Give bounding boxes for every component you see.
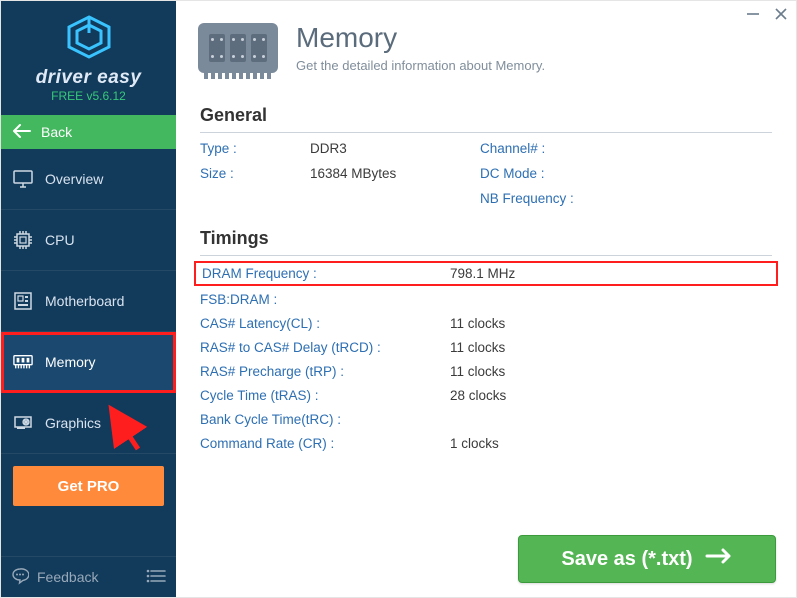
general-size-label: Size : [200,166,310,181]
sidebar-item-label: CPU [45,232,75,248]
general-grid: Type : DDR3 Channel# : Size : 16384 MByt… [200,141,772,206]
brand-version: FREE v5.6.12 [1,89,176,103]
timing-label-cas-latency: CAS# Latency(CL) : [200,316,450,331]
timing-label-trc: Bank Cycle Time(tRC) : [200,412,450,427]
menu-icon[interactable] [146,569,166,586]
timing-label-trcd: RAS# to CAS# Delay (tRCD) : [200,340,450,355]
timing-label-fsb-dram: FSB:DRAM : [200,292,450,307]
window-controls [746,7,788,26]
page-header: Memory Get the detailed information abou… [176,1,796,83]
timing-label-cr: Command Rate (CR) : [200,436,450,451]
timing-value-trp: 11 clocks [450,364,772,379]
memory-large-icon [198,23,278,73]
brand-block: driver easy FREE v5.6.12 [1,1,176,115]
timings-grid: DRAM Frequency : 798.1 MHz FSB:DRAM : CA… [200,264,772,451]
timing-value-cr: 1 clocks [450,436,772,451]
sidebar-nav: Overview CPU Motherboard Memory [1,149,176,454]
cpu-icon [13,230,33,250]
get-pro-button[interactable]: Get PRO [13,466,164,506]
feedback-label: Feedback [37,569,98,585]
sidebar-item-motherboard[interactable]: Motherboard [1,271,176,332]
general-dcmode-label: DC Mode : [480,166,620,181]
sidebar-item-overview[interactable]: Overview [1,149,176,210]
back-label: Back [41,124,72,140]
back-button[interactable]: Back [1,115,176,149]
general-dcmode-value [620,166,772,181]
timing-label-tras: Cycle Time (tRAS) : [200,388,450,403]
arrow-left-icon [13,124,31,141]
timing-value-dram-frequency: 798.1 MHz [444,261,778,286]
motherboard-icon [13,291,33,311]
timing-value-fsb-dram [450,292,772,307]
page-title: Memory [296,23,545,54]
sidebar-item-label: Memory [45,354,96,370]
save-as-txt-button[interactable]: Save as (*.txt) [518,535,776,583]
content-area: General Type : DDR3 Channel# : Size : 16… [176,83,796,597]
sidebar-item-cpu[interactable]: CPU [1,210,176,271]
sidebar: driver easy FREE v5.6.12 Back Overview C… [1,1,176,597]
save-button-label: Save as (*.txt) [561,548,692,571]
sidebar-footer: Feedback [1,556,176,597]
timing-value-trc [450,412,772,427]
timing-label-dram-frequency: DRAM Frequency : [194,261,456,286]
memory-icon [13,352,33,372]
general-nbfreq-label: NB Frequency : [480,191,620,206]
timing-label-trp: RAS# Precharge (tRP) : [200,364,450,379]
page-subtitle: Get the detailed information about Memor… [296,58,545,73]
sidebar-item-graphics[interactable]: Graphics [1,393,176,454]
timing-value-trcd: 11 clocks [450,340,772,355]
section-title-timings: Timings [200,206,772,256]
main-area: Memory Get the detailed information abou… [176,1,796,597]
general-size-value: 16384 MBytes [310,166,480,181]
brand-logo-icon [65,13,113,61]
minimize-button[interactable] [746,7,760,26]
close-button[interactable] [774,7,788,26]
feedback-button[interactable]: Feedback [11,567,98,588]
get-pro-label: Get PRO [58,478,120,495]
monitor-icon [13,169,33,189]
general-type-label: Type : [200,141,310,156]
graphics-icon [13,413,33,433]
general-nbfreq-value [620,191,772,206]
general-channel-label: Channel# : [480,141,620,156]
sidebar-item-label: Motherboard [45,293,124,309]
sidebar-item-memory[interactable]: Memory [1,332,176,393]
timing-value-tras: 28 clocks [450,388,772,403]
sidebar-item-label: Graphics [45,415,101,431]
chat-icon [11,567,29,588]
sidebar-item-label: Overview [45,171,103,187]
arrow-right-icon [705,546,733,572]
general-type-value: DDR3 [310,141,480,156]
timing-value-cas-latency: 11 clocks [450,316,772,331]
general-channel-value [620,141,772,156]
brand-name: driver easy [1,67,176,89]
section-title-general: General [200,83,772,133]
